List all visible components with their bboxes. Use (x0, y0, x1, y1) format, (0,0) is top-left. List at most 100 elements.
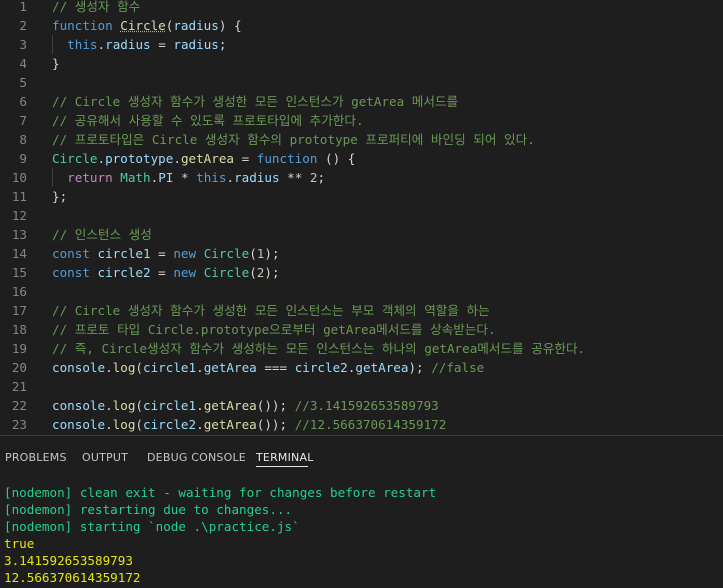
code-token: } (52, 56, 60, 71)
indent-guide (52, 168, 53, 187)
indent-guide (52, 35, 53, 54)
code-token: getArea (203, 417, 257, 432)
line-number: 23 (11, 417, 27, 432)
code-line[interactable]: 23 console.log(circle2.getArea()); //12.5… (0, 415, 723, 434)
line-number: 18 (11, 322, 27, 337)
code-line[interactable]: 20 console.log(circle1.getArea === circle… (0, 358, 723, 377)
code-token: Math (120, 170, 151, 185)
code-token: new (173, 265, 197, 280)
code-text: console.log(circle1.getArea()); //3.1415… (52, 396, 439, 415)
tab-terminal[interactable]: TERMINAL (256, 451, 314, 464)
terminal-line: 12.566370614359172 (4, 570, 141, 585)
code-token: // Circle 생성자 함수가 생성한 모든 인스턴스가 getArea 메… (52, 94, 459, 109)
active-tab-indicator (256, 466, 308, 467)
line-number: 16 (11, 284, 27, 299)
code-line[interactable]: 15 const circle2 = new Circle(2); (0, 263, 723, 282)
code-token: = (234, 151, 257, 166)
line-number: 8 (19, 132, 27, 147)
code-token: ); (408, 360, 432, 375)
code-line[interactable]: 3 this.radius = radius; (0, 35, 723, 54)
line-number: 17 (11, 303, 27, 318)
code-line[interactable]: 16 (0, 282, 723, 301)
code-token: . (105, 360, 113, 375)
code-token: () { (317, 151, 356, 166)
line-number: 7 (19, 113, 27, 128)
code-token: radius (234, 170, 280, 185)
code-token: PI (158, 170, 174, 185)
code-line[interactable]: 18 // 프로토 타입 Circle.prototype으로부터 getArea… (0, 320, 723, 339)
code-text: return Math.PI * this.radius ** 2; (52, 168, 325, 187)
code-text: this.radius = radius; (52, 35, 226, 54)
code-token: function (256, 151, 318, 166)
code-text: }; (52, 187, 67, 206)
line-number: 19 (11, 341, 27, 356)
code-token: ( (135, 398, 144, 413)
code-token: const (52, 265, 90, 280)
terminal-line: [nodemon] restarting due to changes... (4, 502, 293, 517)
code-line[interactable]: 1 // 생성자 함수 (0, 0, 723, 16)
code-token: ; (218, 37, 227, 52)
code-token: // 프로토타입은 Circle 생성자 함수의 prototype 프로퍼티에… (52, 132, 535, 147)
code-token: this (67, 37, 98, 52)
code-token: //false (431, 360, 485, 375)
code-line[interactable]: 2 function Circle(radius) { (0, 16, 723, 35)
terminal-line: true (4, 536, 35, 551)
code-line[interactable]: 13 // 인스턴스 생성 (0, 225, 723, 244)
line-number: 14 (11, 246, 27, 261)
code-token: === (256, 360, 295, 375)
code-token: circle1 (143, 360, 197, 375)
code-token: ) { (218, 18, 242, 33)
code-line[interactable]: 10 return Math.PI * this.radius ** 2; (0, 168, 723, 187)
code-token: new (173, 246, 197, 261)
tab-debug-console[interactable]: DEBUG CONSOLE (147, 451, 246, 464)
code-token: Circle (52, 151, 98, 166)
code-line[interactable]: 22 console.log(circle1.getArea()); //3.14… (0, 396, 723, 415)
code-text: Circle.prototype.getArea = function () { (52, 149, 355, 168)
code-line[interactable]: 17 // Circle 생성자 함수가 생성한 모든 인스턴스는 부모 객체의 … (0, 301, 723, 320)
code-line[interactable]: 6 // Circle 생성자 함수가 생성한 모든 인스턴스가 getArea … (0, 92, 723, 111)
code-token: circle2 (294, 360, 348, 375)
code-token: ** (279, 170, 310, 185)
code-text: // 즉, Circle생성자 함수가 생성하는 모든 인스턴스는 하나의 ge… (52, 339, 585, 358)
code-token: = (150, 265, 174, 280)
code-text: // 공유해서 사용할 수 있도록 프로토타입에 추가한다. (52, 111, 364, 130)
code-text: // 인스턴스 생성 (52, 225, 152, 244)
code-token: circle1 (97, 246, 151, 261)
code-text: console.log(circle1.getArea === circle2.… (52, 358, 484, 377)
code-text: function Circle(radius) { (52, 16, 242, 35)
line-number: 6 (19, 94, 27, 109)
code-line[interactable]: 7 // 공유해서 사용할 수 있도록 프로토타입에 추가한다. (0, 111, 723, 130)
code-line[interactable]: 11}; (0, 187, 723, 206)
code-token: function (52, 18, 121, 33)
code-token: . (173, 151, 181, 166)
code-token: . (196, 360, 204, 375)
code-token: . (196, 398, 204, 413)
code-token: 2 (309, 170, 318, 185)
code-token: ); (264, 265, 280, 280)
code-line[interactable]: 19 // 즉, Circle생성자 함수가 생성하는 모든 인스턴스는 하나의 … (0, 339, 723, 358)
code-line[interactable]: 14 const circle1 = new Circle(1); (0, 244, 723, 263)
code-token: ()); (256, 398, 295, 413)
code-token: radius (105, 37, 151, 52)
code-token: // 즉, Circle생성자 함수가 생성하는 모든 인스턴스는 하나의 ge… (52, 341, 586, 356)
code-token: ( (135, 417, 144, 432)
code-token: ()); (256, 417, 295, 432)
tab-output[interactable]: OUTPUT (82, 451, 128, 464)
code-line[interactable]: 4} (0, 54, 723, 73)
code-token: circle2 (143, 417, 197, 432)
line-number: 12 (11, 208, 27, 223)
panel-tabs: PROBLEMS OUTPUT DEBUG CONSOLE TERMINAL (0, 436, 723, 474)
code-line[interactable]: 5 (0, 73, 723, 92)
code-editor[interactable]: 1// 생성자 함수 2 function Circle(radius) {3 th… (0, 0, 723, 435)
code-token: . (97, 151, 106, 166)
code-token: radius (173, 37, 219, 52)
tab-problems[interactable]: PROBLEMS (5, 451, 67, 464)
code-line[interactable]: 8 // 프로토타입은 Circle 생성자 함수의 prototype 프로퍼티… (0, 130, 723, 149)
line-number: 10 (11, 170, 27, 185)
code-token: getArea (203, 398, 257, 413)
code-line[interactable]: 21 (0, 377, 723, 396)
code-line[interactable]: 12 (0, 206, 723, 225)
code-line[interactable]: 9 Circle.prototype.getArea = function () … (0, 149, 723, 168)
terminal-output[interactable]: [nodemon] clean exit - waiting for chang… (4, 484, 436, 586)
